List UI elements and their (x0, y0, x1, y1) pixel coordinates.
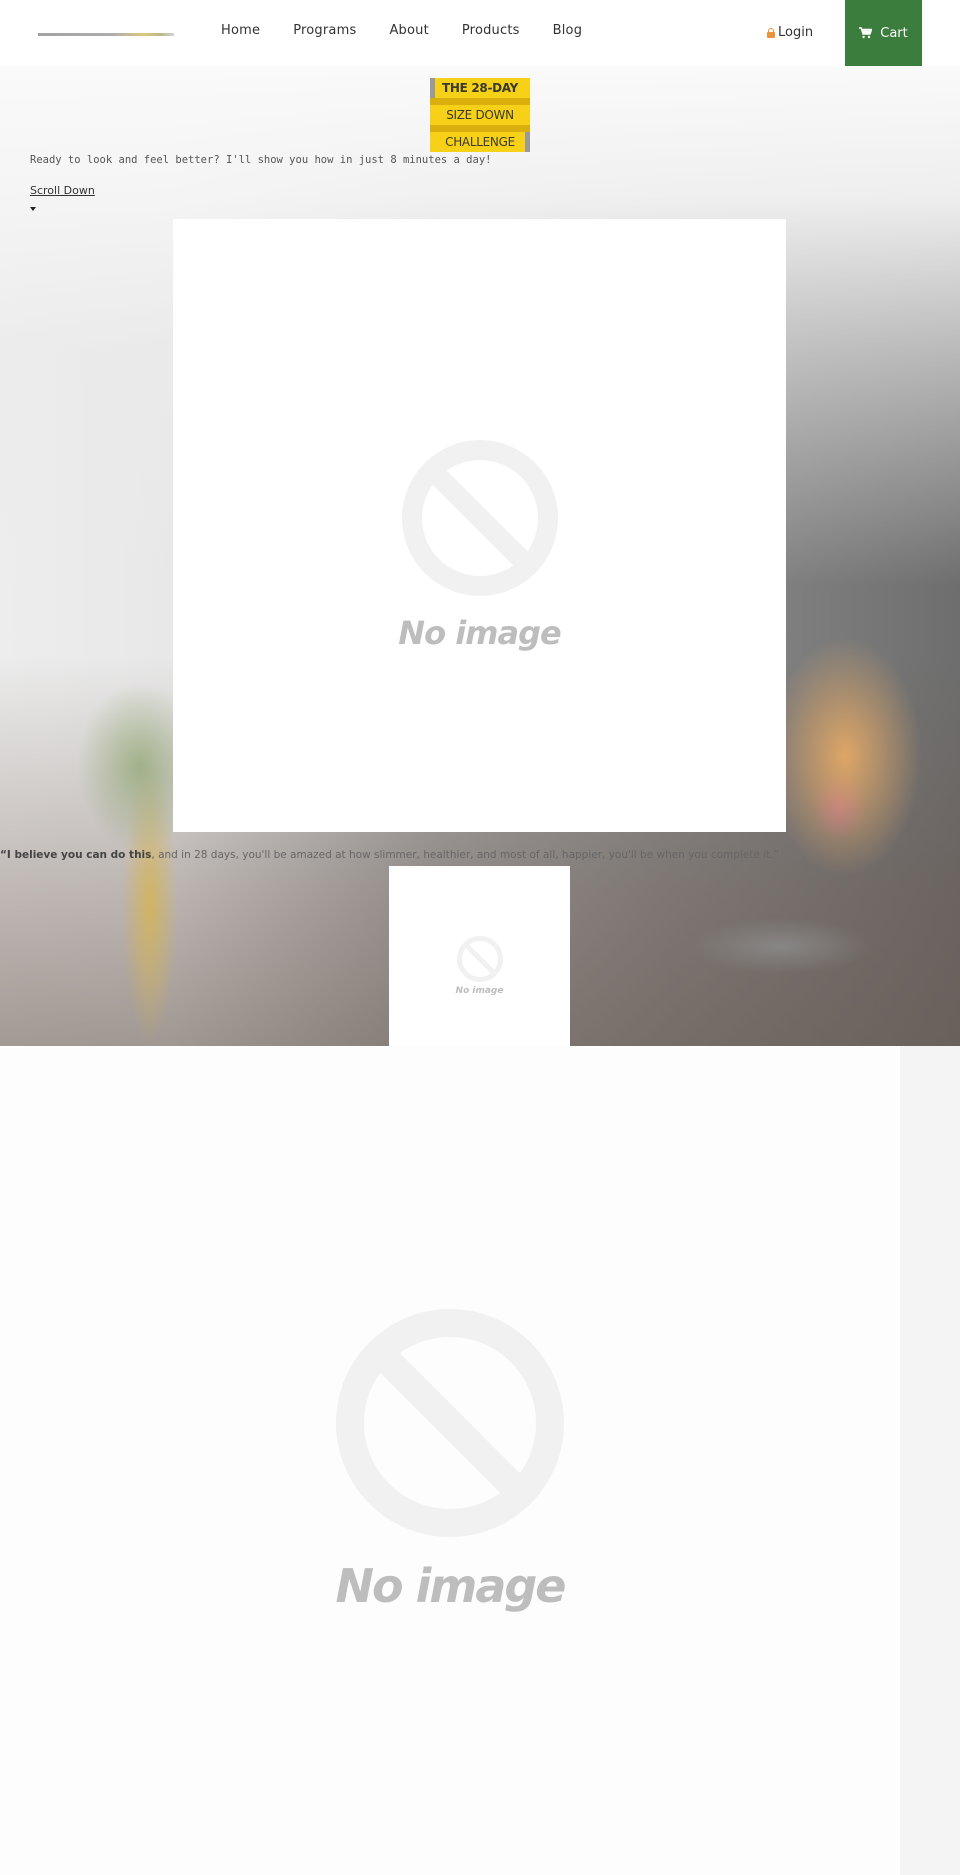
hero-small-image-placeholder: No image (389, 866, 570, 1046)
nav-blog[interactable]: Blog (553, 23, 583, 38)
no-image-icon (456, 936, 503, 982)
badge-ribbon-end (430, 78, 435, 98)
cart-label: Cart (880, 25, 908, 41)
logo-mark (38, 33, 174, 36)
no-image-caption: No image (455, 986, 504, 996)
scroll-down-link[interactable]: Scroll Down (30, 184, 95, 197)
badge-ribbon-end (525, 132, 530, 152)
cart-icon (859, 27, 873, 39)
badge-line-2: SIZE DOWN (430, 105, 530, 125)
site-logo[interactable] (36, 28, 176, 42)
caret-down-icon[interactable] (30, 207, 36, 211)
no-image-caption: No image (335, 1558, 567, 1613)
badge-line-1: THE 28-DAY (430, 78, 530, 98)
hero-main-image-placeholder: No image (173, 219, 786, 832)
login-label: Login (778, 25, 814, 40)
challenge-badge: THE 28-DAY SIZE DOWN CHALLENGE (430, 78, 530, 152)
large-image-placeholder: No image (0, 1046, 900, 1875)
login-link[interactable]: Login (767, 25, 813, 40)
hero-section: THE 28-DAY SIZE DOWN CHALLENGE Ready to … (0, 66, 960, 1046)
main-nav: Home Programs About Products Blog (221, 23, 615, 38)
no-image-icon (401, 439, 558, 596)
quote-emphasis: “I believe you can do this (0, 849, 152, 861)
nav-programs[interactable]: Programs (293, 23, 356, 38)
site-header: Home Programs About Products Blog Login … (0, 0, 960, 66)
right-sidebar-strip (900, 1046, 960, 1875)
no-image-icon (336, 1308, 564, 1537)
content-section: No image (0, 1046, 900, 1875)
badge-fold (430, 125, 530, 132)
hero-tagline: Ready to look and feel better? I'll show… (30, 154, 492, 166)
quote-text: , and in 28 days, you'll be amazed at ho… (151, 849, 780, 861)
nav-home[interactable]: Home (221, 23, 260, 38)
badge-line-3: CHALLENGE (430, 132, 530, 152)
no-image-caption: No image (398, 613, 561, 652)
nav-products[interactable]: Products (462, 23, 520, 38)
badge-fold (430, 98, 530, 105)
cart-button[interactable]: Cart (845, 0, 922, 66)
lock-icon (767, 27, 775, 38)
hero-quote: “I believe you can do this, and in 28 da… (0, 849, 779, 861)
nav-about[interactable]: About (389, 23, 428, 38)
